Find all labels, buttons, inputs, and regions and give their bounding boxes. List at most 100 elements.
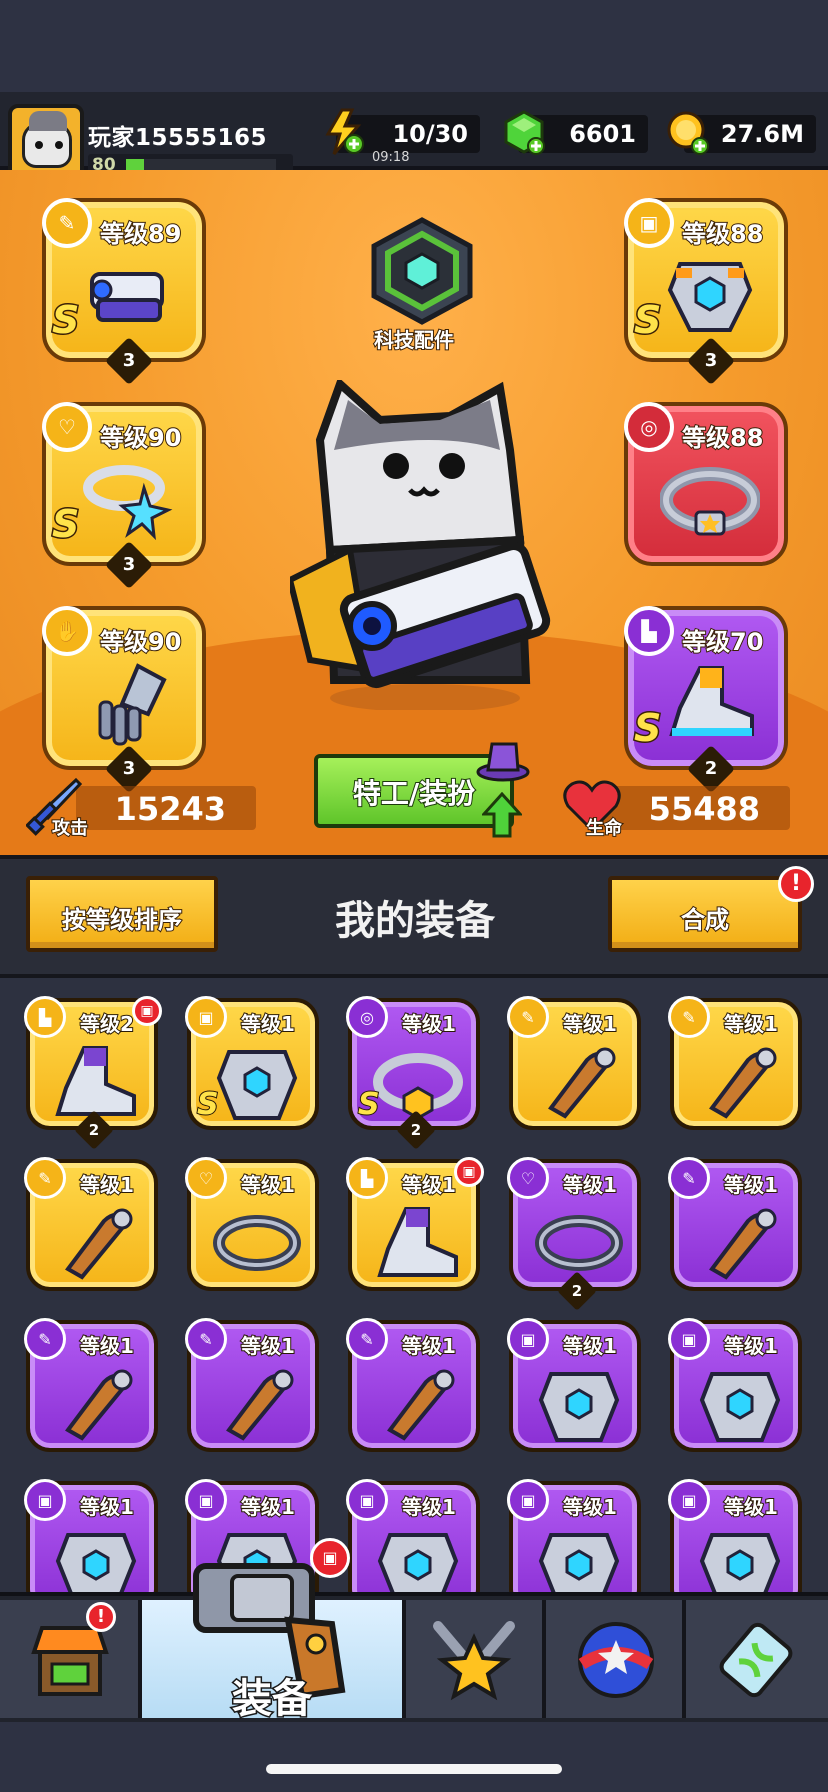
nav-battle[interactable]	[406, 1600, 546, 1718]
attack-label: 攻击	[51, 817, 89, 840]
weapon-type-icon: ✎	[507, 996, 549, 1038]
talent-icon	[578, 1622, 654, 1698]
equipment-item[interactable]: ✎ 等级1	[507, 996, 641, 1130]
gem-value: 6601	[569, 120, 636, 148]
rank-badge: S	[196, 1086, 220, 1123]
item-level: 等级1	[401, 1172, 457, 1198]
boot-type-icon: ▙	[24, 996, 66, 1038]
equipment-item[interactable]: ▙ 等级1 ▣	[346, 1157, 484, 1291]
equip-slot-necklace[interactable]: ♡ 等级90 S 3	[42, 402, 206, 590]
equipment-item[interactable]: ▣ 等级1 S	[185, 996, 319, 1130]
nav-shop[interactable]: !	[0, 1600, 142, 1718]
item-level: 等级1	[79, 1333, 135, 1359]
attack-value: 15243	[114, 790, 226, 828]
glove-type-icon: ✋	[42, 606, 92, 656]
equipment-item[interactable]: ▙ 等级2 2 ▣	[24, 996, 162, 1150]
armor-item-icon	[216, 1050, 298, 1120]
equipment-item[interactable]: ✎ 等级1	[24, 1318, 158, 1452]
slot-level: 等级88	[681, 219, 764, 249]
armor-item-icon	[377, 1533, 459, 1592]
hp-stat: 55488	[600, 786, 790, 830]
equip-slot-belt[interactable]: ◎ 等级88	[624, 402, 788, 566]
necklace-type-icon: ♡	[42, 402, 92, 452]
boot-item-icon	[377, 1207, 458, 1277]
belt-type-icon: ◎	[346, 996, 388, 1038]
energy-value: 10/30	[392, 120, 468, 148]
gene-icon	[719, 1622, 793, 1698]
home-indicator-area	[0, 1722, 828, 1792]
equipment-item[interactable]: ✎ 等级1	[24, 1157, 158, 1291]
spiked-belt-icon	[660, 467, 760, 536]
equipment-title: 我的装备	[335, 898, 495, 944]
tech-parts-button[interactable]	[366, 216, 478, 326]
equipment-item[interactable]: ▣ 等级1	[24, 1479, 158, 1592]
equipment-item[interactable]: ✎ 等级1	[668, 996, 802, 1130]
star-badge: 3	[104, 540, 154, 590]
item-level: 等级1	[562, 1494, 618, 1520]
weapon-type-icon: ✎	[668, 1157, 710, 1199]
armor-type-icon: ▣	[624, 198, 674, 248]
boot-type-icon: ▙	[624, 606, 674, 656]
merge-button-label: 合成	[680, 905, 730, 935]
weapon-item-icon	[548, 1047, 616, 1119]
weapon-item-icon	[709, 1047, 777, 1119]
equip-slot-weapon[interactable]: ✎ 等级89 S 3	[42, 198, 206, 386]
equipment-item[interactable]: ♡ 等级1	[185, 1157, 319, 1291]
equipment-item[interactable]: ◎ 等级1 S 2	[346, 996, 480, 1150]
equipment-item[interactable]: ▣ 等级1	[668, 1479, 802, 1592]
star-count: 3	[122, 350, 136, 371]
belt-type-icon: ◎	[624, 402, 674, 452]
armor-item-icon	[538, 1372, 620, 1442]
slot-level: 等级89	[99, 219, 182, 249]
gold-coin-icon	[667, 111, 709, 155]
equipment-item[interactable]: ♡ 等级1 2	[507, 1157, 641, 1311]
sort-by-level-button[interactable]: 按等级排序	[26, 876, 218, 952]
equipment-item[interactable]: ✎ 等级1	[185, 1318, 319, 1452]
merge-button[interactable]: 合成	[608, 876, 802, 952]
cat-eye	[35, 141, 43, 149]
rank-badge: S	[50, 297, 80, 344]
player-name[interactable]: 玩家15555165	[88, 118, 267, 152]
weapon-item-icon	[226, 1369, 294, 1441]
item-level: 等级1	[562, 1011, 618, 1037]
item-level: 等级1	[79, 1494, 135, 1520]
rank-badge: S	[50, 501, 80, 548]
nav-gene[interactable]	[686, 1600, 828, 1718]
weapon-item-icon	[65, 1369, 133, 1441]
weapon-item-icon	[65, 1208, 133, 1280]
energy-timer: 09:18	[372, 150, 410, 165]
merge-alert-badge: !	[778, 866, 814, 902]
slot-level: 等级90	[99, 627, 182, 657]
equipment-item[interactable]: ✎ 等级1	[346, 1318, 480, 1452]
necklace-item-icon	[535, 1215, 623, 1271]
armor-item-icon	[699, 1372, 781, 1442]
star-count: 3	[122, 554, 136, 575]
equip-slot-gloves[interactable]: ✋ 等级90 3	[42, 606, 206, 794]
weapon-type-icon: ✎	[668, 996, 710, 1038]
equipment-item[interactable]: ▣ 等级1	[346, 1479, 480, 1592]
equipment-item[interactable]: ✎ 等级1	[668, 1157, 802, 1291]
nav-talent[interactable]	[546, 1600, 686, 1718]
energy-bolt-icon	[325, 108, 364, 155]
star-necklace-icon	[83, 465, 173, 541]
weapon-type-icon: ✎	[185, 1318, 227, 1360]
equipment-item[interactable]: ▣ 等级1	[668, 1318, 802, 1452]
armor-type-icon: ▣	[185, 1479, 227, 1521]
hero-cat-character[interactable]	[290, 380, 560, 710]
star-count: 2	[704, 758, 718, 779]
equipment-item[interactable]: ▣ 等级1	[507, 1479, 641, 1592]
tech-parts-label: 科技配件	[373, 327, 455, 353]
slot-level: 等级70	[681, 627, 764, 657]
home-indicator[interactable]	[266, 1764, 562, 1774]
necklace-type-icon: ♡	[185, 1157, 227, 1199]
star-badge: 3	[686, 336, 736, 386]
player-avatar[interactable]	[8, 104, 84, 180]
star-badge: 2	[74, 1110, 114, 1150]
equip-slot-armor[interactable]: ▣ 等级88 S 3	[624, 198, 788, 386]
weapon-item-icon	[387, 1369, 455, 1441]
equipment-item[interactable]: ▣ 等级1	[507, 1318, 641, 1452]
equipment-grid[interactable]: ▙ 等级2 2 ▣ ▣ 等级1 S ◎ 等级1 S 2 ✎ 等级1 ✎ 等级1 ✎ 等级1 ♡ 等级1 ▙ 等级1 ▣ ♡ 等…	[0, 978, 828, 1592]
equip-slot-boots[interactable]: ▙ 等级70 S 2	[624, 606, 788, 794]
armor-type-icon: ▣	[185, 996, 227, 1038]
nav-equipment-label: 装备	[231, 1675, 314, 1724]
